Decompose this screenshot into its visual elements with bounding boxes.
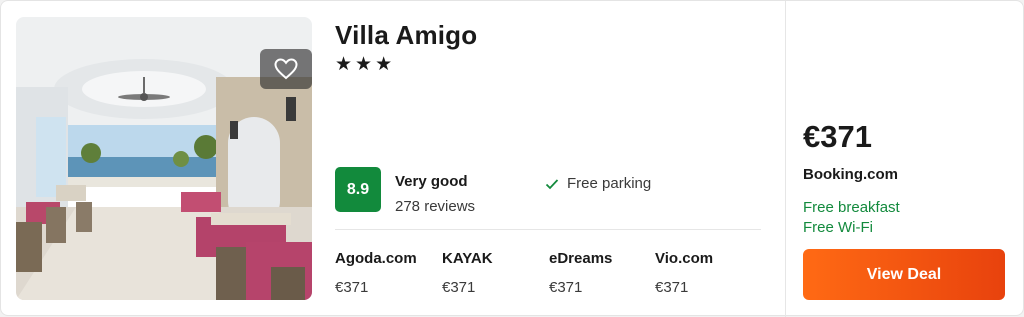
deal-site: Booking.com (803, 166, 899, 183)
provider-agoda[interactable]: Agoda.com €371 (335, 250, 439, 296)
favorite-button[interactable] (260, 49, 312, 89)
provider-name: Agoda.com (335, 250, 417, 267)
column-divider (785, 1, 786, 317)
provider-name: Vio.com (655, 250, 714, 267)
best-deal-panel: €371 Booking.com Free breakfast Free Wi-… (803, 17, 1007, 300)
deal-price: €371 (803, 119, 872, 154)
provider-price: €371 (549, 279, 583, 296)
review-count[interactable]: 278 reviews (395, 198, 475, 215)
heart-icon (274, 58, 298, 80)
provider-edreams[interactable]: eDreams €371 (549, 250, 653, 296)
provider-vio[interactable]: Vio.com €371 (655, 250, 759, 296)
hotel-name[interactable]: Villa Amigo (335, 20, 477, 51)
hotel-result-card: Villa Amigo ★★★ 8.9 Very good 278 review… (0, 0, 1024, 317)
provider-name: eDreams (549, 250, 613, 267)
hotel-info: Villa Amigo ★★★ 8.9 Very good 278 review… (335, 17, 763, 300)
perk-free-breakfast: Free breakfast (803, 199, 900, 216)
amenity-free-parking: Free parking (545, 175, 651, 192)
provider-name: KAYAK (442, 250, 493, 267)
star-rating: ★★★ (335, 54, 396, 75)
amenity-label: Free parking (567, 175, 652, 192)
rating-label: Very good (395, 173, 468, 190)
provider-price: €371 (442, 279, 476, 296)
hotel-photo[interactable] (16, 17, 312, 300)
check-icon (545, 178, 559, 189)
provider-kayak[interactable]: KAYAK €371 (442, 250, 546, 296)
view-deal-button[interactable]: View Deal (803, 249, 1005, 300)
divider (335, 229, 761, 230)
provider-price: €371 (655, 279, 689, 296)
provider-price: €371 (335, 279, 369, 296)
perk-free-wifi: Free Wi-Fi (803, 219, 873, 236)
rating-score-badge: 8.9 (335, 167, 381, 212)
